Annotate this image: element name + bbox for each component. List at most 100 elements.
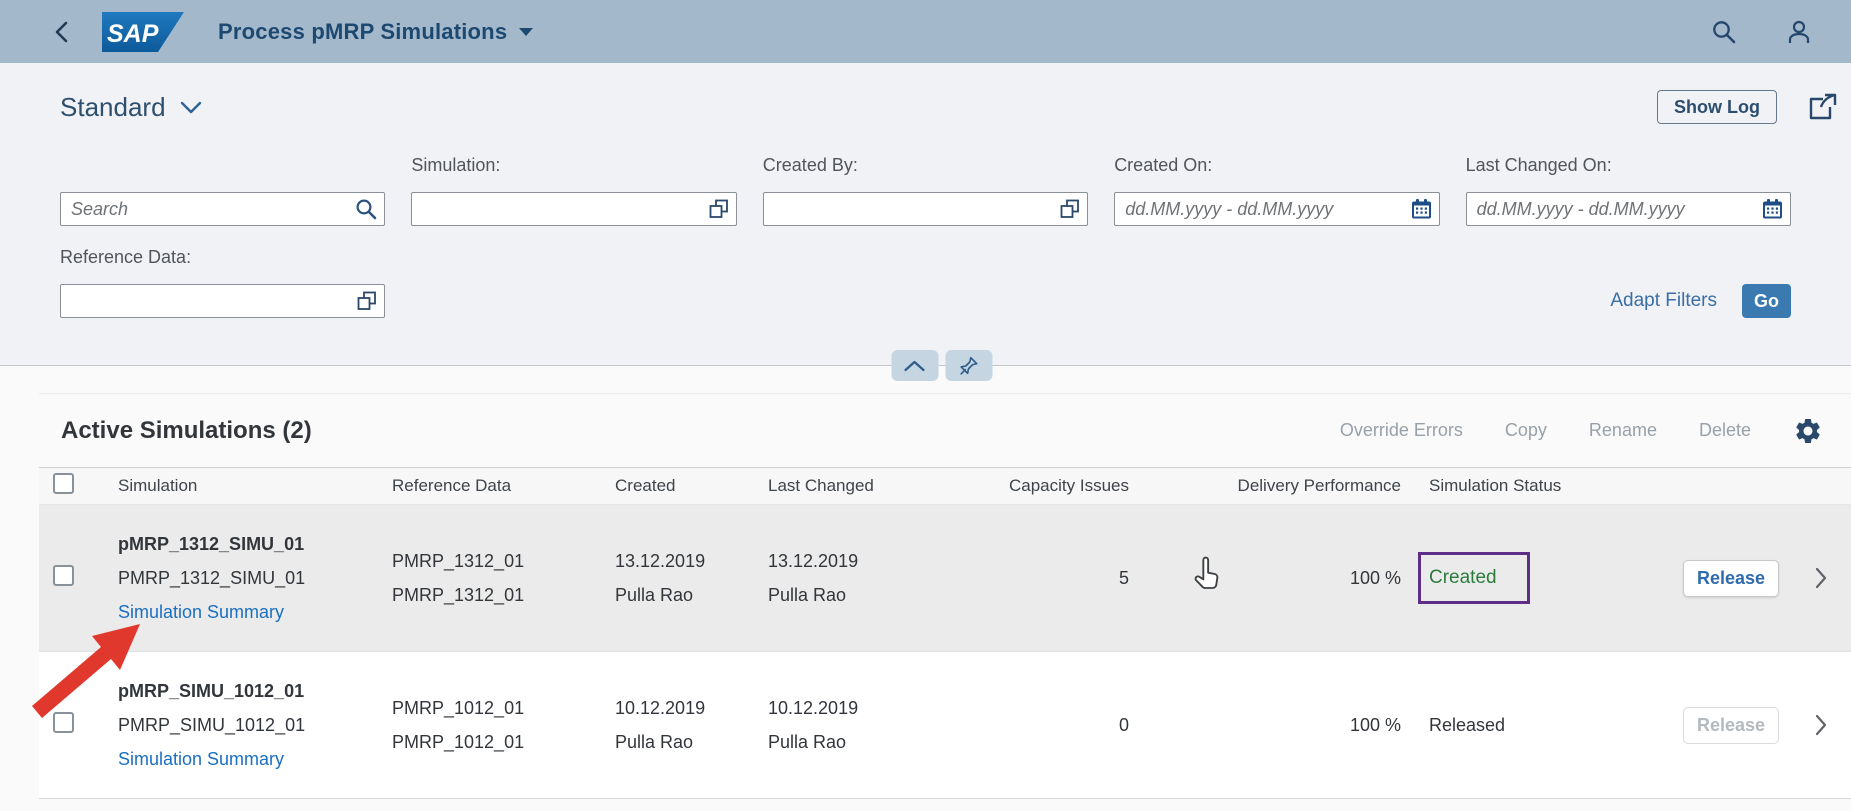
filter-header-area: Standard Show Log Search Simulation: Cre… xyxy=(0,63,1851,366)
created-date: 13.12.2019 xyxy=(615,550,706,571)
filter-row-2: Reference Data: Adapt Filters Go xyxy=(0,226,1851,318)
simulation-filter-label: Simulation: xyxy=(411,155,501,175)
share-export-icon xyxy=(1809,93,1837,120)
filter-bar-toggles xyxy=(891,350,992,381)
reference-data-id: PMRP_1312_01 xyxy=(392,584,525,605)
search-input[interactable] xyxy=(60,192,386,226)
user-profile-button[interactable] xyxy=(1785,18,1813,46)
rename-button[interactable]: Rename xyxy=(1589,420,1657,441)
table-settings-button[interactable] xyxy=(1793,416,1823,446)
share-button[interactable] xyxy=(1805,91,1839,123)
user-icon xyxy=(1788,20,1810,43)
variant-selector[interactable]: Standard xyxy=(60,92,166,123)
svg-text:SAP: SAP xyxy=(107,20,159,48)
shell-header-bar: SAP Process pMRP Simulations xyxy=(0,0,1851,63)
back-button[interactable] xyxy=(52,19,72,45)
value-help-icon xyxy=(709,199,728,218)
created-on-filter-input[interactable] xyxy=(1114,192,1440,226)
magnifier-icon xyxy=(356,199,377,220)
last-changed-on-calendar-button[interactable] xyxy=(1761,198,1784,221)
search-field-button[interactable] xyxy=(354,197,378,221)
copy-button[interactable]: Copy xyxy=(1505,420,1547,441)
created-date: 10.12.2019 xyxy=(615,697,706,718)
column-reference-data[interactable]: Reference Data xyxy=(392,476,615,496)
collapse-filter-bar-button[interactable] xyxy=(891,350,938,381)
chevron-up-icon xyxy=(904,360,925,371)
created-by: Pulla Rao xyxy=(615,584,694,605)
column-created[interactable]: Created xyxy=(615,476,768,496)
reference-data-id: PMRP_1012_01 xyxy=(392,731,525,752)
pin-icon xyxy=(960,356,978,375)
back-chevron-icon xyxy=(55,21,68,42)
select-row-checkbox[interactable] xyxy=(53,712,74,733)
app-title[interactable]: Process pMRP Simulations xyxy=(218,19,507,45)
variant-chevron-down-icon[interactable] xyxy=(180,101,202,119)
calendar-icon xyxy=(1411,199,1431,219)
table-title: Active Simulations (2) xyxy=(61,416,312,444)
created-on-calendar-button[interactable] xyxy=(1410,198,1433,221)
last-changed-on-filter-input[interactable] xyxy=(1465,192,1791,226)
active-simulations-table: Active Simulations (2) Override Errors C… xyxy=(39,393,1851,799)
chevron-right-icon xyxy=(1815,567,1826,589)
last-changed-date: 13.12.2019 xyxy=(768,550,859,571)
created-by: Pulla Rao xyxy=(615,731,694,752)
table-row[interactable]: pMRP_1312_SIMU_01 PMRP_1312_SIMU_01 Simu… xyxy=(39,505,1851,652)
process-pmrp-simulations-screen: SAP Process pMRP Simulations Standard Sh… xyxy=(0,0,1851,811)
release-button[interactable]: Release xyxy=(1683,559,1779,597)
simulation-id: PMRP_SIMU_1012_01 xyxy=(118,714,306,735)
simulation-id: PMRP_1312_SIMU_01 xyxy=(118,567,306,588)
created-by-filter-label: Created By: xyxy=(762,155,858,175)
column-last-changed[interactable]: Last Changed xyxy=(768,476,989,496)
row-navigation-button[interactable] xyxy=(1790,567,1851,589)
search-label-spacer xyxy=(60,155,385,177)
capacity-issues-value: 0 xyxy=(1118,714,1129,735)
reference-data-value-help-button[interactable] xyxy=(356,290,378,312)
value-help-icon xyxy=(1060,199,1080,218)
delivery-performance-value: 100 % xyxy=(1349,714,1401,735)
show-log-button[interactable]: Show Log xyxy=(1657,90,1777,124)
select-row-checkbox[interactable] xyxy=(53,565,74,586)
reference-data-filter-label: Reference Data: xyxy=(60,247,192,267)
value-help-icon xyxy=(357,291,377,310)
simulation-name: pMRP_SIMU_1012_01 xyxy=(118,680,305,701)
table-row[interactable]: pMRP_SIMU_1012_01 PMRP_SIMU_1012_01 Simu… xyxy=(39,652,1851,799)
simulation-summary-link[interactable]: Simulation Summary xyxy=(118,749,284,770)
simulation-value-help-button[interactable] xyxy=(708,198,730,220)
status-text: Released xyxy=(1429,714,1506,735)
variant-bar: Standard Show Log xyxy=(0,63,1851,137)
title-caret-icon[interactable] xyxy=(519,27,534,36)
created-on-filter-label: Created On: xyxy=(1114,155,1213,175)
override-errors-button[interactable]: Override Errors xyxy=(1340,420,1463,441)
row-navigation-button[interactable] xyxy=(1790,714,1851,736)
adapt-filters-link[interactable]: Adapt Filters xyxy=(1610,290,1717,312)
calendar-icon xyxy=(1762,199,1782,219)
column-capacity-issues[interactable]: Capacity Issues xyxy=(1009,476,1131,496)
last-changed-on-filter-label: Last Changed On: xyxy=(1465,155,1612,175)
filter-row-1: Simulation: Created By: xyxy=(0,137,1851,226)
pin-filter-bar-button[interactable] xyxy=(945,350,992,381)
created-by-value-help-button[interactable] xyxy=(1059,198,1081,220)
delete-button[interactable]: Delete xyxy=(1699,420,1751,441)
status-text: Created xyxy=(1429,567,1497,588)
select-all-checkbox[interactable] xyxy=(53,473,74,494)
reference-data-filter-input[interactable] xyxy=(60,284,386,318)
simulation-name: pMRP_1312_SIMU_01 xyxy=(118,533,305,554)
column-delivery-performance[interactable]: Delivery Performance xyxy=(1238,476,1403,496)
simulation-filter-input[interactable] xyxy=(411,192,737,226)
go-button[interactable]: Go xyxy=(1742,284,1791,318)
table-title-bar: Active Simulations (2) Override Errors C… xyxy=(39,393,1851,467)
chevron-right-icon xyxy=(1815,714,1826,736)
created-by-filter-input[interactable] xyxy=(762,192,1089,226)
last-changed-date: 10.12.2019 xyxy=(768,697,859,718)
gear-icon xyxy=(1796,418,1820,443)
release-button-disabled[interactable]: Release xyxy=(1683,706,1779,744)
delivery-performance-value: 100 % xyxy=(1349,567,1401,588)
simulation-summary-link[interactable]: Simulation Summary xyxy=(118,602,284,623)
table-header-row: Simulation Reference Data Created Last C… xyxy=(39,467,1851,505)
reference-data-name: PMRP_1012_01 xyxy=(392,697,525,718)
sap-logo: SAP xyxy=(102,11,184,52)
last-changed-by: Pulla Rao xyxy=(768,731,847,752)
column-simulation-status[interactable]: Simulation Status xyxy=(1403,476,1660,496)
column-simulation[interactable]: Simulation xyxy=(118,476,392,496)
shell-search-button[interactable] xyxy=(1710,18,1737,45)
